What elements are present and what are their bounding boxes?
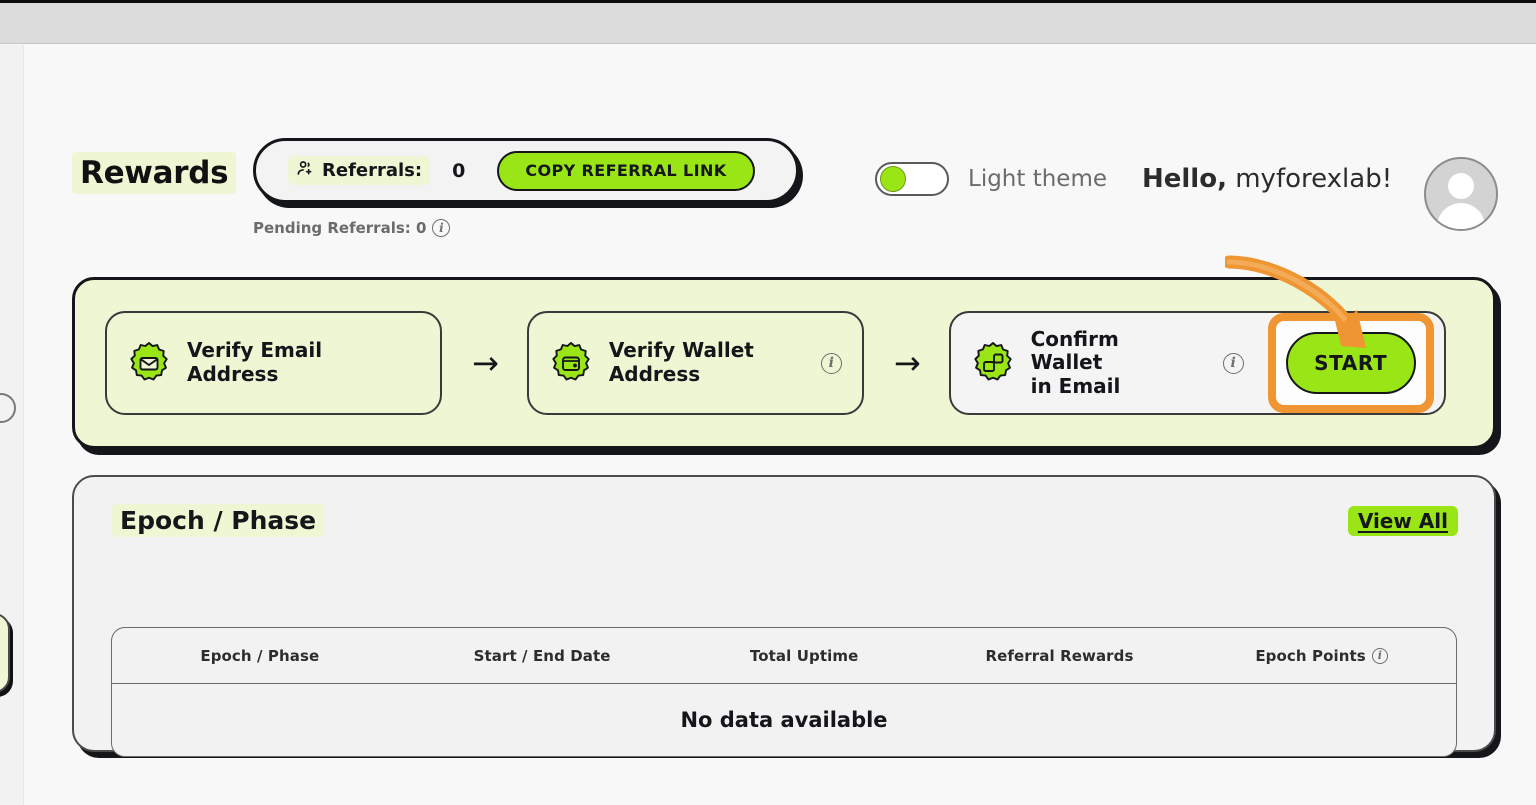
page-title: Rewards	[72, 152, 237, 194]
confirm-wallet-badge-icon	[971, 341, 1015, 385]
pending-referrals-info-icon[interactable]: i	[432, 219, 451, 237]
wallet-verified-badge-icon	[549, 341, 593, 385]
greeting-hello: Hello,	[1142, 164, 1227, 194]
avatar-body-icon	[1437, 203, 1485, 229]
greeting: Hello, myforexlab!	[1142, 164, 1392, 194]
referrals-label-group: Referrals:	[288, 156, 431, 185]
copy-referral-link-button[interactable]: COPY REFERRAL LINK	[497, 150, 755, 191]
avatar[interactable]	[1424, 157, 1498, 231]
email-verified-badge-icon	[127, 341, 171, 385]
column-header-label: Epoch / Phase	[200, 646, 320, 665]
table-empty-message: No data available	[680, 708, 888, 732]
pending-referrals: Pending Referrals: 0 i	[253, 219, 451, 237]
step-separator-arrow-icon: →	[893, 344, 921, 382]
column-header-label: Start / End Date	[473, 646, 611, 665]
column-header-epoch-phase: Epoch / Phase	[112, 647, 408, 665]
greeting-username: myforexlab!	[1235, 164, 1393, 194]
step-verify-wallet-info-icon[interactable]: i	[820, 352, 842, 374]
epoch-points-info-icon[interactable]: i	[1371, 647, 1388, 664]
sidebar-edge-pill[interactable]	[0, 613, 10, 693]
step-verify-wallet[interactable]: Verify Wallet Address i	[526, 311, 864, 415]
column-header-label: Epoch Points	[1255, 646, 1366, 665]
avatar-head-icon	[1448, 173, 1474, 199]
start-button[interactable]: START	[1285, 332, 1416, 394]
onboarding-steps-card: Verify Email Address → Verify Wallet Add…	[72, 277, 1496, 449]
table-header-row: Epoch / Phase Start / End Date Total Upt…	[112, 628, 1456, 684]
epoch-table: Epoch / Phase Start / End Date Total Upt…	[111, 627, 1457, 757]
page-header: Rewards Referrals: 0 COPY REFERRAL LINK …	[0, 45, 1536, 237]
page-canvas: Rewards Referrals: 0 COPY REFERRAL LINK …	[0, 45, 1536, 805]
column-header-label: Referral Rewards	[985, 646, 1134, 665]
person-add-icon	[296, 159, 315, 182]
start-button-highlight: START	[1267, 313, 1434, 413]
referrals-label: Referrals:	[322, 160, 423, 181]
column-header-epoch-points: Epoch Points i	[1187, 647, 1456, 665]
column-header-referral-rewards: Referral Rewards	[932, 647, 1187, 665]
theme-label: Light theme	[968, 166, 1108, 192]
theme-toggle-knob	[880, 166, 906, 192]
epoch-card-header: Epoch / Phase View All	[112, 504, 1458, 537]
browser-top-bar	[0, 0, 1536, 44]
referral-panel: Referrals: 0 COPY REFERRAL LINK	[253, 138, 799, 203]
step-confirm-wallet-info-icon[interactable]: i	[1222, 352, 1244, 374]
column-header-label: Total Uptime	[749, 646, 859, 665]
step-verify-email[interactable]: Verify Email Address	[105, 311, 442, 415]
epoch-phase-card: Epoch / Phase View All Epoch / Phase Sta…	[72, 475, 1496, 757]
step-label: Confirm Wallet in Email	[1030, 326, 1121, 398]
pending-referrals-label: Pending Referrals: 0	[253, 219, 427, 237]
step-confirm-wallet[interactable]: Confirm Wallet in Email i START	[948, 311, 1446, 415]
view-all-link[interactable]: View All	[1347, 505, 1458, 536]
epoch-title: Epoch / Phase	[112, 504, 325, 537]
referrals-count: 0	[452, 159, 466, 182]
theme-toggle-switch[interactable]	[875, 162, 949, 196]
column-header-total-uptime: Total Uptime	[676, 647, 931, 665]
column-header-start-end-date: Start / End Date	[408, 647, 677, 665]
step-separator-arrow-icon: →	[472, 344, 499, 382]
step-label: Verify Email Address	[187, 338, 323, 386]
step-label: Verify Wallet Address	[608, 338, 754, 386]
